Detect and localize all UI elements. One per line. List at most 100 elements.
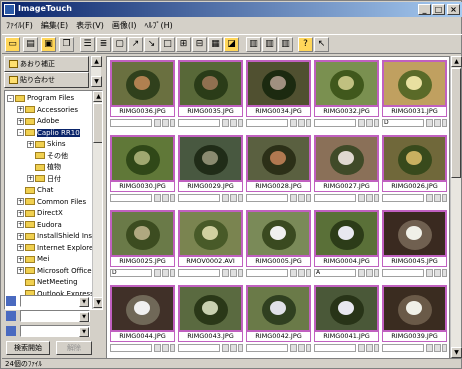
tree-item[interactable]: + Skins [27, 139, 66, 149]
tree-item[interactable]: その他 [27, 151, 68, 161]
tag-button-icon[interactable] [434, 269, 441, 277]
thumbnail-tag-field[interactable] [246, 344, 288, 352]
slideshow-icon[interactable]: ◪ [224, 37, 239, 52]
context-help-icon[interactable]: ↖ [314, 37, 329, 52]
grid-scrollbar[interactable]: ▲ ▼ [450, 56, 462, 359]
expand-toggle-icon[interactable]: - [7, 94, 14, 102]
expand-toggle-icon[interactable]: + [17, 221, 24, 228]
thumbnail-image[interactable] [246, 285, 311, 332]
dropdown-icon[interactable]: ▼ [79, 312, 89, 322]
expand-toggle-icon[interactable]: + [17, 255, 24, 263]
thumbnail-image[interactable] [246, 210, 311, 257]
tag-button-icon[interactable] [230, 344, 237, 352]
tag-button-icon[interactable] [358, 119, 365, 127]
list-view-icon[interactable]: ☰ [80, 37, 95, 52]
tag-button-icon[interactable] [170, 194, 175, 202]
condition-select-1[interactable]: ▼ [20, 295, 90, 307]
expand-toggle-icon[interactable]: + [17, 244, 24, 251]
thumbnail-cell[interactable]: RIMG0045.JPG [381, 209, 448, 281]
search-start-button[interactable]: 検索開始 [6, 341, 50, 355]
tag-button-icon[interactable] [162, 269, 169, 277]
grid-scroll-up-icon[interactable]: ▲ [451, 56, 462, 67]
expand-toggle-icon[interactable]: + [17, 106, 24, 113]
thumbnail-image[interactable] [110, 285, 175, 332]
close-button[interactable]: × [447, 4, 460, 15]
tree-item[interactable]: + Microsoft Office [17, 266, 92, 276]
tag-button-icon[interactable] [358, 194, 365, 202]
tag-button-icon[interactable] [290, 269, 297, 277]
tag-button-icon[interactable] [230, 269, 237, 277]
open-folder-icon[interactable]: ▭ [5, 37, 20, 52]
tag-button-icon[interactable] [434, 119, 441, 127]
split-view-icon[interactable]: ⊞ [176, 37, 191, 52]
tree-item[interactable]: - Caplio RR10 [17, 128, 80, 138]
expand-toggle-icon[interactable]: + [17, 267, 24, 274]
tag-button-icon[interactable] [298, 344, 305, 352]
thumbnail-tag-field[interactable]: D [382, 119, 424, 127]
tag-button-icon[interactable] [170, 344, 175, 352]
tag-button-icon[interactable] [238, 119, 243, 127]
tag-button-icon[interactable] [306, 344, 311, 352]
tree-item[interactable]: + DirectX [17, 208, 63, 218]
print-icon[interactable]: ▤ [23, 37, 38, 52]
tag-button-icon[interactable] [426, 344, 433, 352]
thumbnail-view-icon[interactable]: ▢ [112, 37, 127, 52]
tag-button-icon[interactable] [442, 119, 447, 127]
thumbnail-image[interactable] [314, 210, 379, 257]
condition-select-2[interactable]: ▼ [20, 310, 90, 322]
tool-a-icon[interactable]: ▥ [246, 37, 261, 52]
thumbnail-tag-field[interactable] [110, 119, 152, 127]
expand-toggle-icon[interactable]: + [27, 175, 34, 182]
thumbnail-tag-field[interactable] [314, 194, 356, 202]
tag-button-icon[interactable] [442, 344, 447, 352]
tag-button-icon[interactable] [426, 269, 433, 277]
tag-button-icon[interactable] [306, 269, 311, 277]
thumbnail-cell[interactable]: RIMG0039.JPG [381, 284, 448, 356]
menu-help[interactable]: ﾍﾙﾌﾟ(H) [140, 18, 176, 33]
tag-button-icon[interactable] [162, 194, 169, 202]
tag-button-icon[interactable] [374, 194, 379, 202]
expand-toggle-icon[interactable]: + [17, 232, 24, 240]
thumbnail-image[interactable] [382, 285, 447, 332]
large-grid-icon[interactable]: ▦ [208, 37, 223, 52]
tag-button-icon[interactable] [222, 269, 229, 277]
tag-button-icon[interactable] [442, 269, 447, 277]
tree-item[interactable]: + 日付 [27, 174, 61, 184]
dropdown-icon[interactable]: ▼ [79, 327, 89, 337]
thumbnail-image[interactable] [178, 60, 243, 107]
copy-icon[interactable]: ❐ [59, 37, 74, 52]
menu-edit[interactable]: 編集(E) [37, 18, 72, 33]
thumbnail-image[interactable] [110, 60, 175, 107]
thumbnail-image[interactable] [178, 135, 243, 182]
tag-button-icon[interactable] [366, 269, 373, 277]
expand-toggle-icon[interactable]: + [27, 140, 34, 148]
thumbnail-image[interactable] [382, 210, 447, 257]
tag-button-icon[interactable] [222, 344, 229, 352]
tree-item[interactable]: 植物 [27, 162, 61, 172]
thumbnail-tag-field[interactable] [178, 344, 220, 352]
scroll-up-icon[interactable]: ▲ [91, 56, 102, 67]
tag-button-icon[interactable] [230, 194, 237, 202]
tag-button-icon[interactable] [298, 119, 305, 127]
thumbnail-tag-field[interactable] [178, 119, 220, 127]
tag-button-icon[interactable] [162, 344, 169, 352]
thumbnail-cell[interactable]: RIMG0025.JPG D [109, 209, 176, 281]
tag-button-icon[interactable] [162, 119, 169, 127]
tool-b-icon[interactable]: ▥ [262, 37, 277, 52]
thumbnail-cell[interactable]: RIMG0035.JPG [177, 59, 244, 131]
tree-scrollbar[interactable]: ▲ ▼ [92, 91, 102, 309]
tree-item[interactable]: + Accessories [17, 105, 78, 115]
tag-button-icon[interactable] [374, 344, 379, 352]
tree-item[interactable]: + Adobe [17, 116, 59, 126]
thumbnail-image[interactable] [382, 135, 447, 182]
tag-button-icon[interactable] [366, 194, 373, 202]
rotate-left-icon[interactable]: ↗ [128, 37, 143, 52]
thumbnail-tag-field[interactable]: A [314, 269, 356, 277]
tag-button-icon[interactable] [442, 194, 447, 202]
thumbnail-tag-field[interactable] [178, 194, 220, 202]
thumbnail-cell[interactable]: RIMG0043.JPG [177, 284, 244, 356]
thumbnail-tag-field[interactable] [246, 119, 288, 127]
rotate-right-icon[interactable]: ↘ [144, 37, 159, 52]
tag-button-icon[interactable] [290, 344, 297, 352]
maximize-button[interactable]: □ [432, 4, 445, 15]
